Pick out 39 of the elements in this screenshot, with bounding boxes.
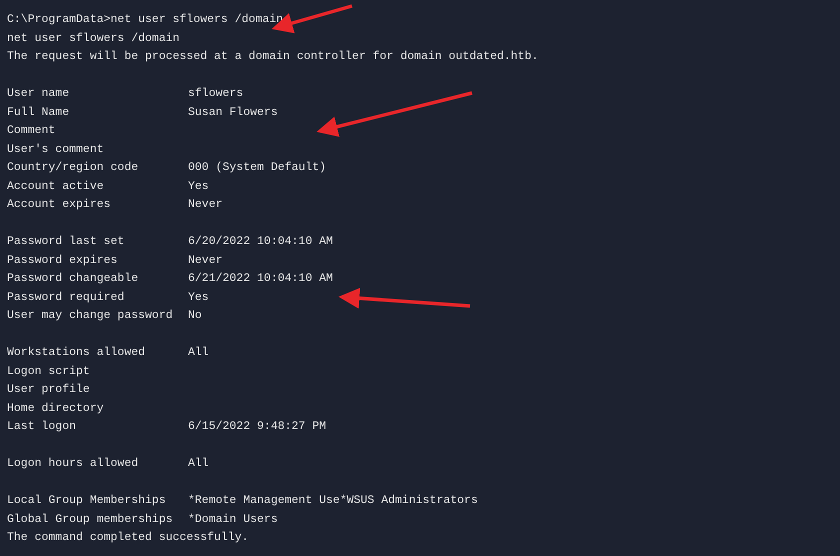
field-label: Local Group Memberships [7,493,167,509]
field-label: Country/region code [7,160,140,176]
field-value: 6/15/2022 9:48:27 PM [188,419,326,435]
field-value: No [188,308,202,324]
field-value: sflowers [188,86,244,102]
output-line: net user sflowers /domain [7,30,180,46]
field-value: Susan Flowers [188,104,278,120]
field-value: 6/21/2022 10:04:10 AM [188,271,333,287]
field-label: Account expires [7,197,112,213]
field-label: Comment [7,123,56,139]
field-label: User name [7,86,70,102]
field-label: Logon hours allowed [7,456,140,472]
field-label: Password changeable [7,271,140,287]
field-label: Full Name [7,104,70,120]
field-label: Password last set [7,234,126,250]
field-value: Yes [188,290,209,306]
field-label: Workstations allowed [7,345,146,361]
field-value: Never [188,197,223,213]
field-value: All [188,345,209,361]
field-value: *Remote Management Use*WSUS Administrators [188,493,478,509]
output-line: The request will be processed at a domain controller for domain outdated.htb. [7,49,538,65]
field-label: Password required [7,290,126,306]
field-value: Yes [188,178,209,194]
field-label: User may change password [7,308,174,324]
field-label: Global Group memberships [7,512,174,528]
output-line: The command completed successfully. [7,530,249,546]
field-value: All [188,456,209,472]
field-value: Never [188,252,223,268]
field-label: Password expires [7,252,118,268]
field-value: 000 (System Default) [188,160,326,176]
output-line: C:\ProgramData>net user sflowers /domain [7,12,284,28]
field-label: Account active [7,178,105,194]
field-value: 6/20/2022 10:04:10 AM [188,234,333,250]
field-label: User's comment [7,142,105,158]
field-label: Home directory [7,400,105,416]
field-label: User profile [7,382,91,398]
field-label: Last logon [7,419,78,435]
field-value: *Domain Users [188,512,278,528]
field-label: Logon script [7,364,91,380]
